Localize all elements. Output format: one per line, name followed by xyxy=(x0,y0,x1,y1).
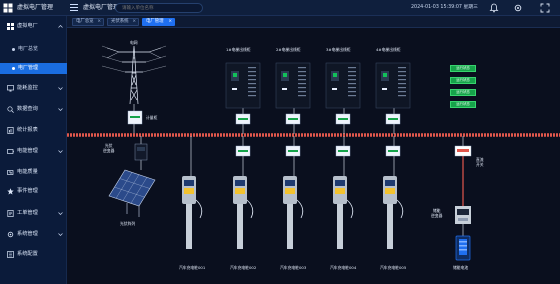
pv-inverter-icon xyxy=(134,143,148,161)
meter-label: 计量柜 xyxy=(146,115,158,120)
app-logo-icon xyxy=(3,3,13,13)
bullet-icon xyxy=(12,48,15,51)
quality-icon xyxy=(7,170,14,175)
tab-label: 光伏系统 xyxy=(111,19,129,24)
nav-group-label: 系统管理 xyxy=(17,231,38,237)
battery-icon xyxy=(455,235,471,261)
system-icon xyxy=(7,231,14,238)
nav-group-label: 能耗监控 xyxy=(17,85,38,91)
pv-array-label: 光伏阵列 xyxy=(120,221,136,226)
status-button[interactable]: 运行状态 xyxy=(450,89,476,96)
charger-label: 汽车充电桩002 xyxy=(230,265,257,270)
settings-icon[interactable] xyxy=(513,3,523,13)
monitor-icon xyxy=(7,85,14,92)
datetime-display: 2024-01-03 15:39:07 星期三 xyxy=(411,5,478,10)
charger-label: 汽车充电桩005 xyxy=(380,265,407,270)
status-button[interactable]: 运行状态 xyxy=(450,77,476,84)
charger-label: 汽车充电桩004 xyxy=(330,265,357,270)
nav-group-events[interactable]: 事件管理 xyxy=(0,186,67,197)
config-icon xyxy=(7,251,14,258)
cabinet-label: 4#电梯出线柜 xyxy=(376,47,401,52)
fullscreen-icon[interactable] xyxy=(540,3,550,13)
nav-group-virtual-plant[interactable]: 虚拟电厂 xyxy=(0,21,67,32)
grid-label: 电网 xyxy=(130,40,138,45)
charger-label: 汽车充电桩003 xyxy=(280,265,307,270)
nav-group-label: 电能质量 xyxy=(17,169,38,175)
close-icon[interactable]: × xyxy=(168,19,172,25)
app-title: 虚拟电厂管理 xyxy=(17,4,54,11)
close-icon[interactable]: × xyxy=(97,19,101,25)
dc-switch-label: 直流 开关 xyxy=(476,157,484,167)
power-icon xyxy=(7,149,14,154)
tab-label: 电厂总览 xyxy=(76,19,94,24)
status-button[interactable]: 运行状态 xyxy=(450,101,476,108)
nav-group-label: 系统配置 xyxy=(17,251,38,257)
tab-plant-overview[interactable]: 电厂总览 × xyxy=(72,18,104,26)
nav-group-label: 统计报表 xyxy=(17,127,38,133)
distribution-cabinets xyxy=(225,62,411,109)
tab-label: 电厂管理 xyxy=(146,19,164,24)
single-line-diagram: 电网 计量柜 光伏 逆变器 光伏阵列 1#电梯出线柜 2#电梯出线柜 3#电梯出… xyxy=(67,28,560,284)
storage-inverter-label: 储能 逆变器 xyxy=(431,208,443,218)
menu-toggle-icon[interactable] xyxy=(70,4,78,11)
sidebar: 虚拟电厂 电厂总览 电厂管理 能耗监控 数据查询 统计报表 电能管理 电能质量 … xyxy=(0,16,67,284)
workorder-icon xyxy=(7,210,14,217)
chevron-down-icon xyxy=(58,212,63,215)
nav-group-system-management[interactable]: 系统管理 xyxy=(0,229,67,240)
nav-group-reports[interactable]: 统计报表 xyxy=(0,125,67,136)
nav-group-energy-monitor[interactable]: 能耗监控 xyxy=(0,83,67,94)
status-button[interactable]: 运行状态 xyxy=(450,65,476,72)
page-title: 虚拟电厂管理 xyxy=(83,4,120,11)
nav-group-work-orders[interactable]: 工单管理 xyxy=(0,208,67,219)
nav-group-label: 虚拟电厂 xyxy=(17,23,38,29)
transmission-tower-icon xyxy=(101,45,167,105)
nav-group-data-query[interactable]: 数据查询 xyxy=(0,104,67,115)
chevron-down-icon xyxy=(58,87,63,90)
top-bar: 虚拟电厂管理 虚拟电厂管理 2024-01-03 15:39:07 星期三 xyxy=(0,0,560,16)
event-icon xyxy=(7,188,14,195)
ev-chargers xyxy=(182,176,404,249)
chevron-up-icon xyxy=(58,25,63,28)
nav-group-system-config[interactable]: 系统配置 xyxy=(0,249,67,260)
tab-bar: 电厂总览 × 光伏系统 × 电厂管理 × xyxy=(67,16,560,28)
storage-inverter-icon xyxy=(455,206,471,224)
bell-icon[interactable] xyxy=(489,3,499,13)
close-icon[interactable]: × xyxy=(132,19,136,25)
diagram-lines xyxy=(67,45,560,261)
solar-panel-icon xyxy=(108,169,156,217)
charger-label: 汽车充电桩001 xyxy=(179,265,206,270)
nav-group-label: 工单管理 xyxy=(17,210,38,216)
cabinet-label: 2#电梯出线柜 xyxy=(276,47,301,52)
nav-group-label: 电能管理 xyxy=(17,148,38,154)
grid-icon xyxy=(7,23,14,30)
nav-group-power-quality[interactable]: 电能质量 xyxy=(0,167,67,178)
chevron-down-icon xyxy=(58,233,63,236)
report-icon xyxy=(7,127,14,134)
chevron-down-icon xyxy=(58,150,63,153)
cabinet-label: 3#电梯出线柜 xyxy=(326,47,351,52)
nav-item-plant-management[interactable]: 电厂管理 xyxy=(0,63,67,74)
pv-inverter-label: 光伏 逆变器 xyxy=(103,143,115,153)
search-data-icon xyxy=(7,106,14,113)
nav-item-plant-overview[interactable]: 电厂总览 xyxy=(0,44,67,55)
bullet-icon xyxy=(12,67,15,70)
battery-label: 储能电池 xyxy=(453,265,469,270)
cabinet-label: 1#电梯出线柜 xyxy=(226,47,251,52)
nav-group-power-management[interactable]: 电能管理 xyxy=(0,146,67,157)
nav-item-label: 电厂总览 xyxy=(18,46,39,52)
search-input[interactable] xyxy=(115,3,203,13)
nav-group-label: 数据查询 xyxy=(17,106,38,112)
nav-item-label: 电厂管理 xyxy=(18,65,39,71)
nav-group-label: 事件管理 xyxy=(17,188,38,194)
chevron-down-icon xyxy=(58,108,63,111)
tab-pv-system[interactable]: 光伏系统 × xyxy=(107,18,139,26)
tab-plant-management[interactable]: 电厂管理 × xyxy=(142,18,175,26)
